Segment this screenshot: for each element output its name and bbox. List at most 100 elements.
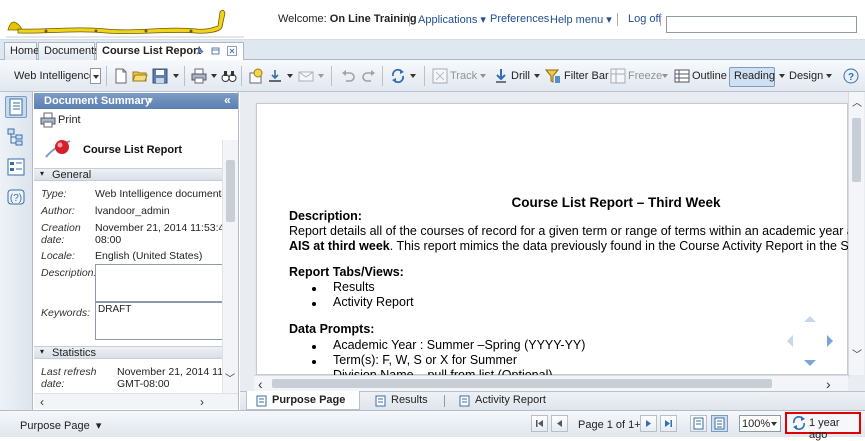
svg-text:(?): (?) — [10, 193, 22, 204]
scroll-right-icon[interactable]: › — [826, 376, 831, 392]
filter-bar-icon[interactable] — [545, 68, 561, 84]
track-icon[interactable] — [432, 68, 448, 84]
scroll-up-icon[interactable]: ︿ — [852, 94, 862, 109]
help-menu[interactable]: Help menu ▾ — [550, 13, 612, 26]
print-dropdown[interactable] — [211, 74, 217, 78]
scrollbar-thumb[interactable] — [226, 160, 235, 222]
scroll-down-icon[interactable]: ﹀ — [852, 346, 862, 361]
next-page-button[interactable] — [640, 415, 657, 432]
scroll-right-icon[interactable]: › — [200, 395, 204, 409]
report-tab-label: Activity Report — [475, 394, 546, 406]
applications-menu[interactable]: Applications ▾ — [418, 13, 486, 26]
design-mode-button[interactable]: Design — [789, 70, 823, 82]
search-input[interactable] — [666, 16, 857, 33]
tab-documents[interactable]: Documents — [38, 42, 100, 60]
export-icon[interactable] — [267, 68, 283, 84]
find-icon[interactable] — [221, 68, 237, 84]
description-heading: Description: — [289, 209, 362, 223]
first-page-button[interactable] — [531, 415, 548, 432]
description-field[interactable] — [95, 264, 223, 302]
reading-dropdown[interactable] — [779, 74, 785, 78]
keywords-field[interactable]: DRAFT — [95, 302, 223, 340]
print-row[interactable]: Print — [34, 110, 238, 130]
welcome-prefix: Welcome: — [278, 13, 327, 25]
outline-label[interactable]: Outline — [692, 70, 727, 82]
navigation-map-icon[interactable] — [5, 126, 27, 148]
save-icon[interactable] — [152, 68, 168, 84]
general-section-header[interactable]: ▾ General — [34, 168, 222, 181]
document-horizontal-scrollbar[interactable]: ‹ › — [254, 375, 848, 392]
report-tab-results[interactable]: Results — [370, 391, 440, 410]
pin-icon[interactable] — [195, 46, 205, 56]
scrollbar-thumb[interactable] — [272, 379, 772, 388]
email-icon[interactable] — [298, 68, 314, 84]
export-dropdown[interactable] — [287, 74, 293, 78]
zoom-select[interactable]: 100% — [739, 415, 781, 432]
page-view-icon[interactable] — [711, 415, 728, 432]
new-document-icon[interactable] — [113, 68, 129, 84]
freeze-label[interactable]: Freeze — [628, 70, 662, 82]
freeze-icon[interactable] — [610, 68, 626, 84]
report-tab-purpose-page[interactable]: Purpose Page — [246, 391, 360, 410]
refresh-data-icon[interactable] — [390, 68, 406, 84]
tab-home[interactable]: Home — [4, 42, 39, 60]
description-label: Description: — [41, 267, 97, 279]
drill-dropdown[interactable] — [534, 74, 540, 78]
scroll-left-icon[interactable]: ‹ — [40, 395, 44, 409]
collapse-panel-icon[interactable]: « — [224, 93, 231, 107]
redo-icon[interactable] — [361, 68, 377, 84]
detach-icon[interactable] — [211, 46, 221, 56]
save-dropdown[interactable] — [173, 74, 179, 78]
last-page-button[interactable] — [660, 415, 677, 432]
freeze-dropdown[interactable] — [662, 74, 668, 78]
scroll-down-icon[interactable]: ﹀ — [225, 370, 235, 385]
current-report-selector[interactable]: Purpose Page ▾ — [20, 419, 101, 432]
scroll-left-icon[interactable]: ‹ — [258, 376, 263, 392]
track-label[interactable]: Track — [450, 70, 477, 82]
drill-label[interactable]: Drill — [511, 70, 530, 82]
bullet — [312, 345, 316, 349]
track-changes-icon[interactable] — [248, 68, 264, 84]
previous-page-button[interactable] — [551, 415, 568, 432]
bullet — [312, 302, 316, 306]
refresh-time: 1 year ago — [809, 417, 840, 441]
panel-vertical-scrollbar[interactable]: ﹀ — [222, 140, 238, 393]
open-folder-icon[interactable] — [132, 68, 148, 84]
logoff-link[interactable]: Log off — [628, 13, 661, 25]
panel-title-dropdown[interactable]: ▾ — [148, 95, 153, 106]
help-icon[interactable]: ? — [843, 68, 859, 84]
input-controls-icon[interactable] — [5, 156, 27, 178]
outline-icon[interactable] — [674, 68, 690, 84]
page-nav-arrows[interactable] — [783, 313, 837, 369]
tab-course-list-report[interactable]: Course List Report — [96, 42, 244, 61]
track-dropdown[interactable] — [480, 74, 486, 78]
print-label: Print — [58, 114, 81, 126]
separator — [660, 13, 661, 26]
last-refresh-indicator[interactable]: 1 year ago — [785, 412, 861, 441]
statistics-section-header[interactable]: ▾ Statistics — [34, 346, 222, 359]
user-name: On Line Training — [329, 13, 417, 25]
data-prompts-heading: Data Prompts: — [289, 322, 375, 336]
design-dropdown[interactable] — [826, 74, 832, 78]
filter-bar-label[interactable]: Filter Bar — [564, 70, 609, 82]
panel-horizontal-scrollbar[interactable]: ‹ › — [34, 393, 238, 409]
separator — [382, 66, 383, 86]
scrollbar-thumb[interactable] — [852, 118, 861, 182]
page-indicator: Page 1 of 1+ — [578, 419, 641, 431]
email-dropdown[interactable] — [318, 74, 324, 78]
report-tab-activity-report[interactable]: Activity Report — [455, 391, 555, 410]
undo-icon[interactable] — [340, 68, 356, 84]
close-icon[interactable] — [227, 46, 237, 56]
preferences-link[interactable]: Preferences — [490, 13, 549, 25]
separator — [184, 66, 185, 86]
document-summary-icon[interactable] — [5, 96, 27, 118]
drill-icon[interactable] — [493, 68, 509, 84]
refresh-dropdown[interactable] — [410, 74, 416, 78]
svg-text:?: ? — [848, 72, 854, 83]
print-icon[interactable] — [191, 68, 207, 84]
app-mode-dropdown[interactable] — [90, 68, 101, 84]
separator — [241, 66, 242, 86]
document-vertical-scrollbar[interactable]: ︿ ﹀ — [848, 92, 864, 375]
help-icon[interactable]: (?) — [5, 186, 27, 208]
quick-display-icon[interactable] — [690, 415, 707, 432]
